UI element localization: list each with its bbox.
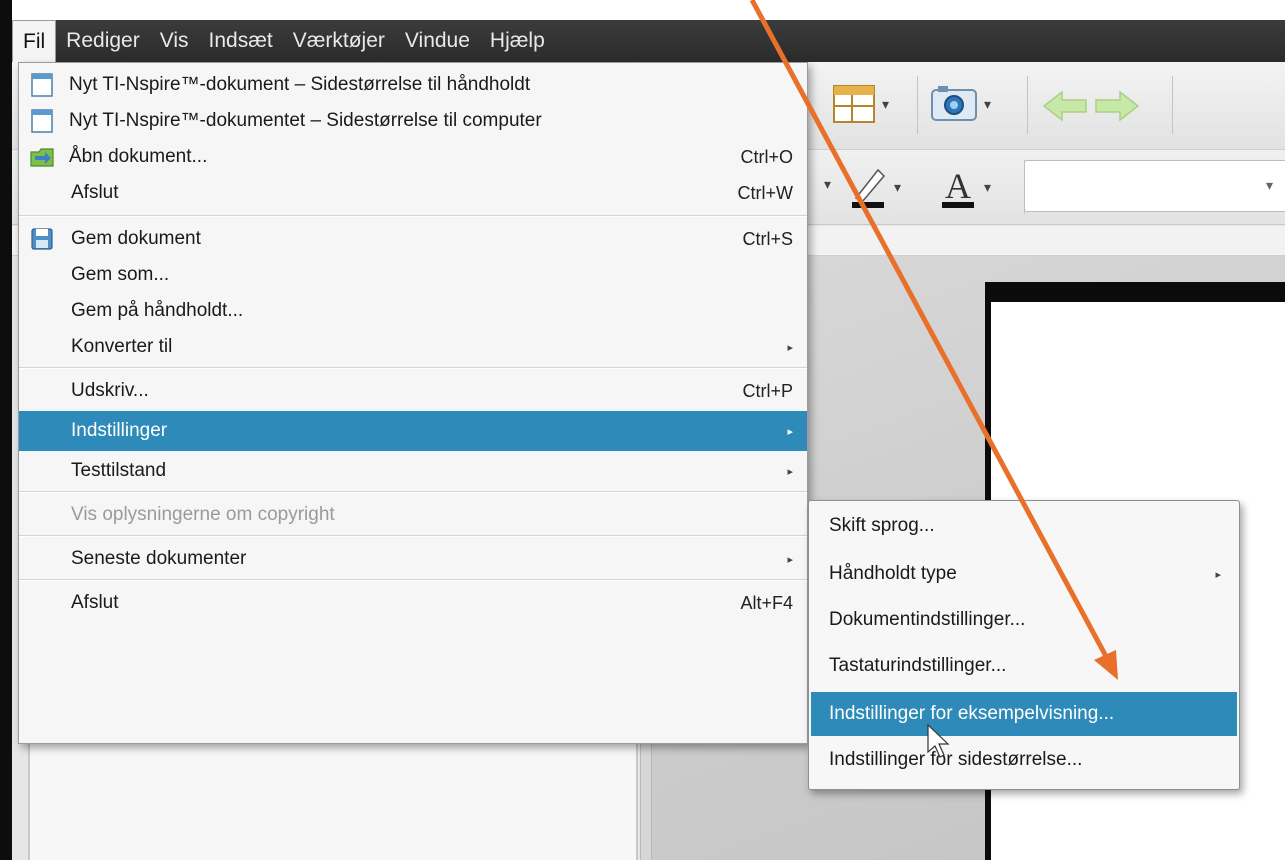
- menu-divider: [19, 215, 807, 217]
- menu-item-new-handheld[interactable]: Nyt TI-Nspire™-dokument – Sidestørrelse …: [19, 67, 807, 103]
- submenu-item-document-settings[interactable]: Dokumentindstillinger...: [811, 599, 1237, 641]
- screenshot-button[interactable]: ▾: [930, 84, 991, 124]
- page-layout-icon: [833, 85, 875, 123]
- chevron-down-icon: ▾: [1265, 177, 1273, 193]
- new-document-icon: [31, 109, 53, 133]
- chevron-down-icon: ▾: [984, 95, 992, 112]
- menu-item-open[interactable]: Åbn dokument... Ctrl+O: [19, 139, 807, 175]
- submenu-arrow-icon: ▸: [787, 425, 793, 438]
- menu-item-print[interactable]: Udskriv... Ctrl+P: [19, 373, 807, 409]
- menu-divider: [19, 535, 807, 537]
- menu-fil[interactable]: Fil: [12, 20, 57, 62]
- menu-rediger[interactable]: Rediger: [56, 20, 150, 62]
- chevron-down-icon: ▾: [894, 178, 902, 195]
- chevron-down-icon: ▾: [984, 178, 992, 195]
- left-window-border: [0, 0, 12, 860]
- text-color-icon: A: [942, 166, 974, 208]
- undo-button[interactable]: [1042, 88, 1090, 124]
- submenu-item-preview-settings[interactable]: Indstillinger for eksempelvisning...: [811, 692, 1237, 736]
- open-folder-icon: [30, 148, 54, 167]
- toolbar-separator: [917, 76, 918, 134]
- submenu-arrow-icon: ▸: [787, 341, 793, 354]
- menu-vis[interactable]: Vis: [150, 20, 199, 62]
- menu-item-convert[interactable]: Konverter til ▸: [19, 329, 807, 365]
- menu-item-recent-documents[interactable]: Seneste dokumenter ▸: [19, 541, 807, 577]
- font-combo-box[interactable]: ▾: [1024, 160, 1285, 212]
- text-color-button[interactable]: A ▾: [938, 164, 991, 210]
- submenu-item-handheld-type[interactable]: Håndholdt type ▸: [811, 553, 1237, 595]
- menu-divider: [19, 491, 807, 493]
- top-margin: [0, 0, 1285, 20]
- menu-item-close[interactable]: Afslut Ctrl+W: [19, 175, 807, 211]
- menu-item-save[interactable]: Gem dokument Ctrl+S: [19, 221, 807, 257]
- menu-divider: [19, 367, 807, 369]
- arrow-left-icon: [1042, 90, 1087, 122]
- submenu-item-change-language[interactable]: Skift sprog...: [811, 505, 1237, 547]
- page-sorter-panel: [28, 740, 638, 860]
- menu-item-save-as[interactable]: Gem som...: [19, 257, 807, 293]
- menu-indsaet[interactable]: Indsæt: [199, 20, 283, 62]
- file-menu: Nyt TI-Nspire™-dokument – Sidestørrelse …: [18, 62, 808, 744]
- chevron-down-icon: ▾: [824, 176, 832, 192]
- menu-vaerktojer[interactable]: Værktøjer: [283, 20, 395, 62]
- chevron-down-icon: ▾: [882, 95, 890, 112]
- camera-icon: [931, 86, 977, 121]
- new-document-icon: [31, 73, 53, 97]
- menu-item-new-computer[interactable]: Nyt TI-Nspire™-dokumentet – Sidestørrels…: [19, 103, 807, 139]
- pen-color-icon: [852, 168, 886, 208]
- menu-divider: [19, 579, 807, 581]
- submenu-item-page-size-settings[interactable]: Indstillinger for sidestørrelse...: [811, 739, 1237, 781]
- menu-item-save-handheld[interactable]: Gem på håndholdt...: [19, 293, 807, 329]
- submenu-item-keyboard-settings[interactable]: Tastaturindstillinger...: [811, 645, 1237, 687]
- menu-item-copyright: Vis oplysningerne om copyright: [71, 504, 335, 525]
- menu-item-settings[interactable]: Indstillinger ▸: [19, 411, 807, 451]
- submenu-arrow-icon: ▸: [787, 553, 793, 566]
- submenu-arrow-icon: ▸: [787, 465, 793, 478]
- menu-item-exit[interactable]: Afslut Alt+F4: [19, 585, 807, 621]
- menu-hjaelp[interactable]: Hjælp: [480, 20, 555, 62]
- svg-text:A: A: [945, 166, 971, 206]
- menu-vindue[interactable]: Vindue: [395, 20, 480, 62]
- menu-item-test-mode[interactable]: Testtilstand ▸: [19, 453, 807, 489]
- toolbar-separator: [1172, 76, 1173, 134]
- save-disk-icon: [31, 228, 53, 250]
- menu-bar: Fil Rediger Vis Indsæt Værktøjer Vindue …: [12, 20, 1285, 62]
- page-layout-button[interactable]: ▾: [832, 84, 889, 124]
- settings-submenu: Skift sprog... Håndholdt type ▸ Dokument…: [808, 500, 1240, 790]
- toolbar-separator: [1027, 76, 1028, 134]
- redo-button[interactable]: [1092, 88, 1140, 124]
- line-color-button[interactable]: ▾: [848, 164, 901, 210]
- submenu-arrow-icon: ▸: [1215, 568, 1221, 581]
- arrow-right-icon: [1095, 90, 1140, 122]
